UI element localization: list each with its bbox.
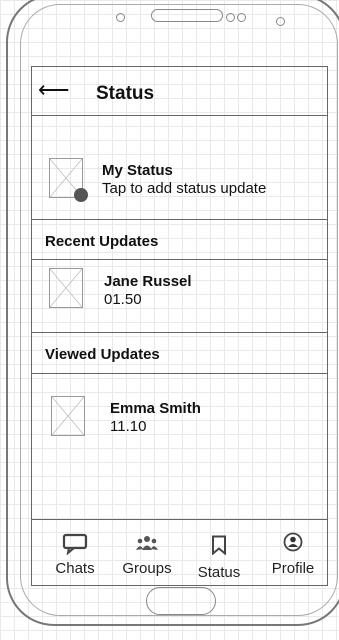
status-time: 01.50 (104, 291, 142, 308)
page-title: Status (96, 83, 155, 104)
bookmark-icon (212, 535, 226, 555)
tab-chats[interactable]: Chats (44, 520, 106, 588)
tab-label: Chats (55, 560, 95, 577)
app-screen: ⟵ Status My Status Tap to add status upd… (31, 66, 328, 586)
tab-label: Profile (271, 560, 315, 577)
list-item[interactable]: Jane Russel 01.50 (32, 259, 327, 331)
groups-icon (136, 536, 158, 550)
tab-groups[interactable]: Groups (116, 520, 178, 588)
contact-name: Emma Smith (110, 400, 201, 417)
tab-label: Status (197, 564, 241, 581)
app-header: ⟵ Status (32, 67, 327, 116)
tab-status[interactable]: Status (192, 520, 246, 588)
sensor-dot (226, 13, 235, 22)
recent-updates-label: Recent Updates (45, 233, 159, 250)
contact-name: Jane Russel (104, 273, 192, 290)
arrow-left-icon[interactable]: ⟵ (38, 77, 70, 103)
speaker-grille (151, 9, 223, 22)
avatar-placeholder (51, 396, 85, 436)
my-status-title: My Status (102, 162, 173, 179)
my-status-subtitle: Tap to add status update (102, 180, 267, 197)
add-status-icon[interactable] (74, 188, 88, 202)
chat-icon (62, 533, 88, 555)
tab-label: Groups (122, 560, 172, 577)
profile-icon (283, 532, 303, 552)
camera-dot (116, 13, 125, 22)
front-camera (276, 17, 285, 26)
my-status-row[interactable]: My Status Tap to add status update (32, 115, 327, 219)
list-item[interactable]: Emma Smith 11.10 (32, 373, 327, 453)
tab-profile[interactable]: Profile (262, 520, 324, 588)
status-time: 11.10 (110, 418, 147, 435)
home-button[interactable] (146, 587, 216, 615)
sensor-dot-2 (237, 13, 246, 22)
divider (32, 219, 327, 220)
viewed-updates-label: Viewed Updates (45, 346, 160, 363)
avatar-placeholder (49, 268, 83, 308)
bottom-tab-bar: Chats Groups Status Profile (32, 519, 327, 588)
divider (32, 332, 327, 333)
